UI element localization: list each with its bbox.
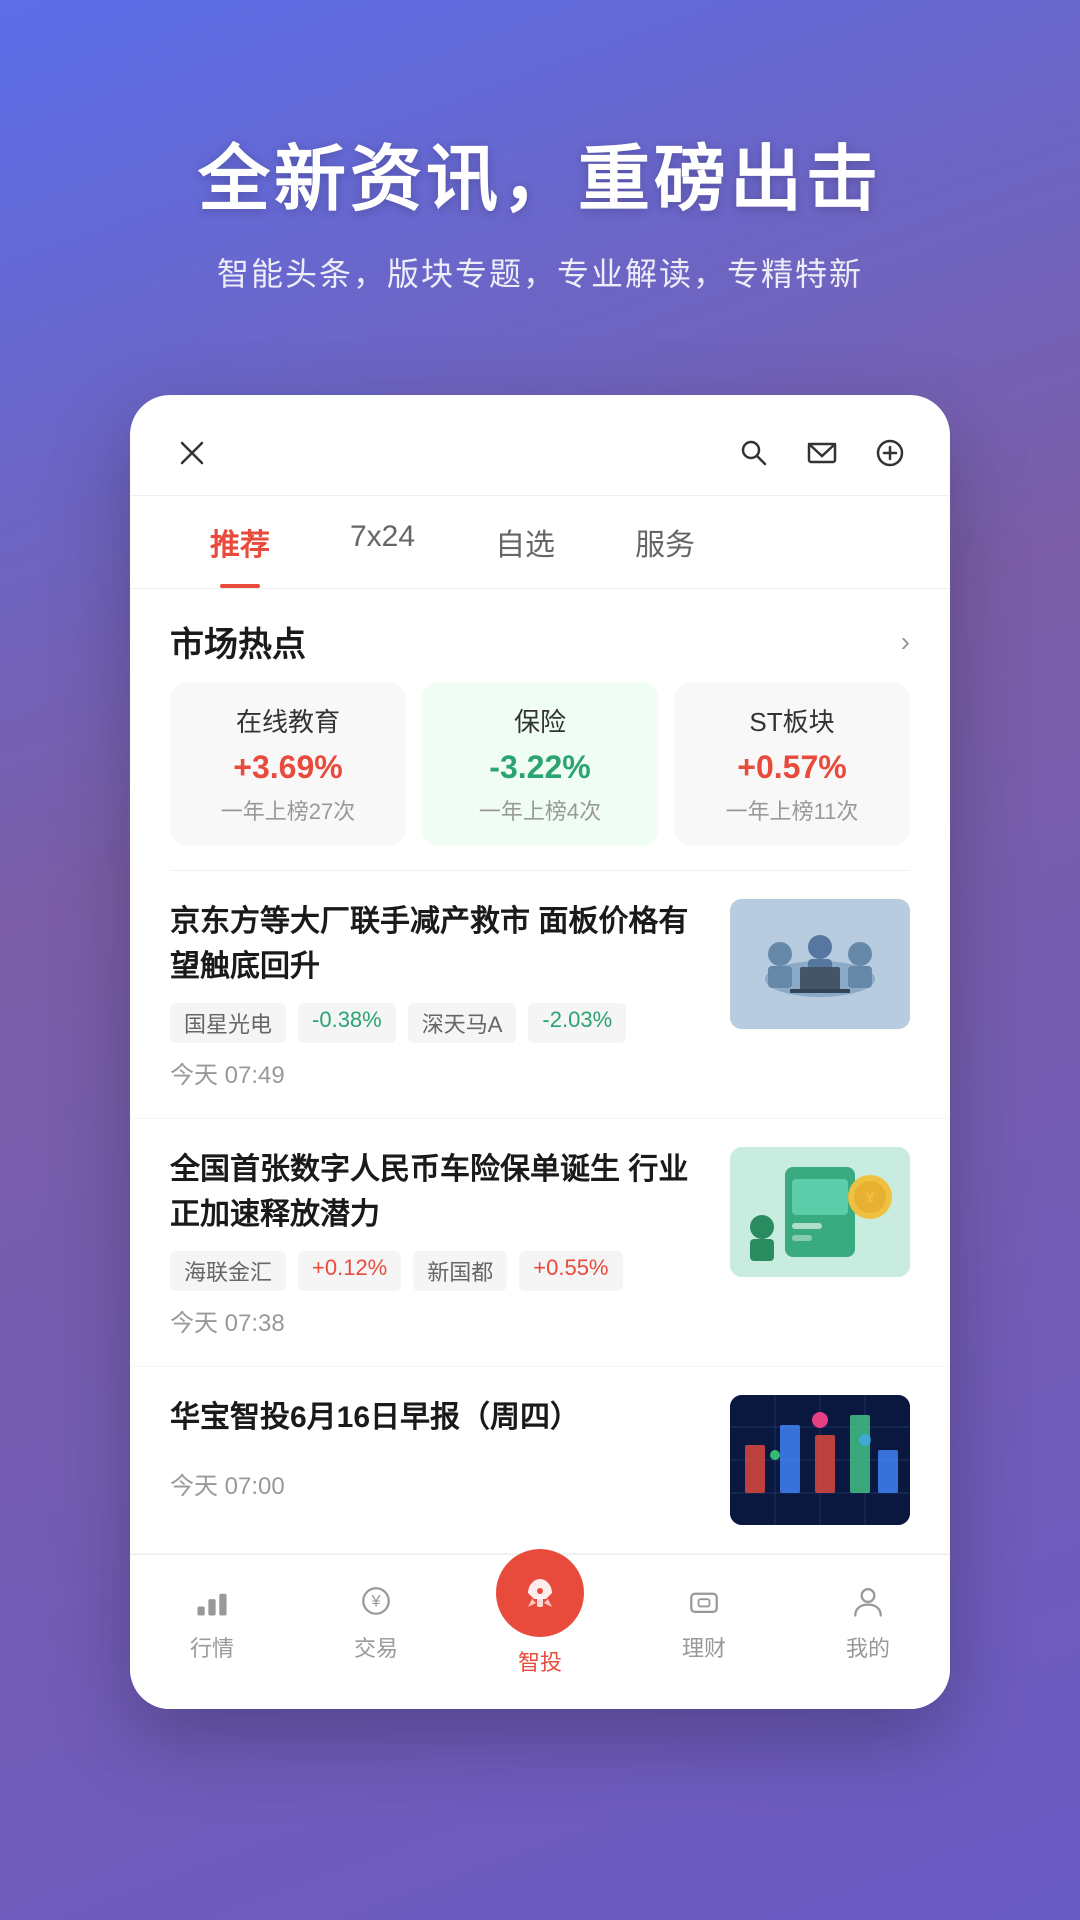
add-icon[interactable] (870, 433, 910, 473)
tab-bar: 推荐 7x24 自选 服务 (130, 496, 950, 589)
hero-subtitle: 智能头条，版块专题，专业解读，专精特新 (60, 249, 1020, 295)
tab-724[interactable]: 7x24 (310, 496, 455, 588)
message-icon[interactable] (802, 433, 842, 473)
news-title-0: 京东方等大厂联手减产救市 面板价格有望触底回升 (170, 899, 706, 989)
news-tag-01: 深天马A (408, 1003, 517, 1043)
news-title-1: 全国首张数字人民币车险保单诞生 行业正加速释放潜力 (170, 1147, 706, 1237)
news-time-1: 今天 07:38 (170, 1303, 706, 1338)
market-card-sub-2: 一年上榜11次 (694, 794, 890, 826)
market-section-header: 市场热点 › (130, 589, 950, 682)
phone-card-wrapper: 推荐 7x24 自选 服务 市场热点 › 在线教育 +3.69% 一年上榜27次… (0, 355, 1080, 1789)
market-card-name-2: ST板块 (694, 702, 890, 739)
nav-item-licai[interactable]: 理财 (622, 1571, 786, 1685)
nav-item-profile[interactable]: 我的 (786, 1571, 950, 1685)
news-thumb-2 (730, 1395, 910, 1525)
header-right (734, 433, 910, 473)
hero-title: 全新资讯，重磅出击 (60, 120, 1020, 225)
market-card-pct-2: +0.57% (694, 749, 890, 786)
nav-item-market[interactable]: 行情 (130, 1571, 294, 1685)
market-card-name-0: 在线教育 (190, 702, 386, 739)
news-tag-00: 国星光电 (170, 1003, 286, 1043)
news-tags-0: 国星光电 -0.38% 深天马A -2.03% (170, 1003, 706, 1043)
tab-service[interactable]: 服务 (595, 496, 735, 588)
nav-item-zhitou[interactable]: 智投 (458, 1571, 622, 1685)
nav-label-trade: 交易 (354, 1631, 398, 1663)
news-time-0: 今天 07:49 (170, 1055, 706, 1090)
nav-label-profile: 我的 (846, 1631, 890, 1663)
market-cards: 在线教育 +3.69% 一年上榜27次 保险 -3.22% 一年上榜4次 ST板… (130, 682, 950, 870)
market-section-arrow[interactable]: › (901, 626, 910, 658)
header-left (170, 431, 214, 475)
nav-icon-zhitou-active (496, 1549, 584, 1637)
svg-text:¥: ¥ (866, 1190, 875, 1207)
news-item-0[interactable]: 京东方等大厂联手减产救市 面板价格有望触底回升 国星光电 -0.38% 深天马A… (130, 871, 950, 1119)
news-title-2: 华宝智投6月16日早报（周四） (170, 1395, 706, 1440)
news-item-2[interactable]: 华宝智投6月16日早报（周四） 今天 07:00 (130, 1367, 950, 1554)
market-card-0[interactable]: 在线教育 +3.69% 一年上榜27次 (170, 682, 406, 846)
market-card-name-1: 保险 (442, 702, 638, 739)
news-tag-pct-11: +0.55% (519, 1251, 622, 1291)
search-icon[interactable] (734, 433, 774, 473)
news-tag-11: 新国都 (413, 1251, 507, 1291)
tab-watchlist[interactable]: 自选 (455, 496, 595, 588)
tab-recommend[interactable]: 推荐 (170, 496, 310, 588)
market-section-title: 市场热点 (170, 617, 306, 666)
news-item-1[interactable]: 全国首张数字人民币车险保单诞生 行业正加速释放潜力 海联金汇 +0.12% 新国… (130, 1119, 950, 1367)
news-content-1: 全国首张数字人民币车险保单诞生 行业正加速释放潜力 海联金汇 +0.12% 新国… (170, 1147, 706, 1338)
market-card-pct-1: -3.22% (442, 749, 638, 786)
news-time-2: 今天 07:00 (170, 1466, 706, 1501)
hero-section: 全新资讯，重磅出击 智能头条，版块专题，专业解读，专精特新 (0, 0, 1080, 355)
phone-card: 推荐 7x24 自选 服务 市场热点 › 在线教育 +3.69% 一年上榜27次… (130, 395, 950, 1709)
news-tag-pct-00: -0.38% (298, 1003, 396, 1043)
nav-label-zhitou: 智投 (518, 1645, 562, 1677)
market-card-pct-0: +3.69% (190, 749, 386, 786)
market-card-1[interactable]: 保险 -3.22% 一年上榜4次 (422, 682, 658, 846)
news-content-2: 华宝智投6月16日早报（周四） 今天 07:00 (170, 1395, 706, 1501)
nav-icon-market (190, 1579, 234, 1623)
bottom-nav: 行情 ¥ 交易 (130, 1554, 950, 1709)
news-thumb-1: ¥ (730, 1147, 910, 1277)
market-card-2[interactable]: ST板块 +0.57% 一年上榜11次 (674, 682, 910, 846)
market-card-sub-0: 一年上榜27次 (190, 794, 386, 826)
nav-label-licai: 理财 (682, 1631, 726, 1663)
news-tags-1: 海联金汇 +0.12% 新国都 +0.55% (170, 1251, 706, 1291)
nav-label-market: 行情 (190, 1631, 234, 1663)
nav-icon-licai (682, 1579, 726, 1623)
svg-text:¥: ¥ (370, 1592, 381, 1610)
nav-icon-trade: ¥ (354, 1579, 398, 1623)
news-thumb-0 (730, 899, 910, 1029)
close-icon[interactable] (170, 431, 214, 475)
news-tag-pct-01: -2.03% (528, 1003, 626, 1043)
news-tag-10: 海联金汇 (170, 1251, 286, 1291)
news-tag-pct-10: +0.12% (298, 1251, 401, 1291)
app-header (130, 395, 950, 496)
nav-icon-profile (846, 1579, 890, 1623)
market-card-sub-1: 一年上榜4次 (442, 794, 638, 826)
news-content-0: 京东方等大厂联手减产救市 面板价格有望触底回升 国星光电 -0.38% 深天马A… (170, 899, 706, 1090)
nav-item-trade[interactable]: ¥ 交易 (294, 1571, 458, 1685)
